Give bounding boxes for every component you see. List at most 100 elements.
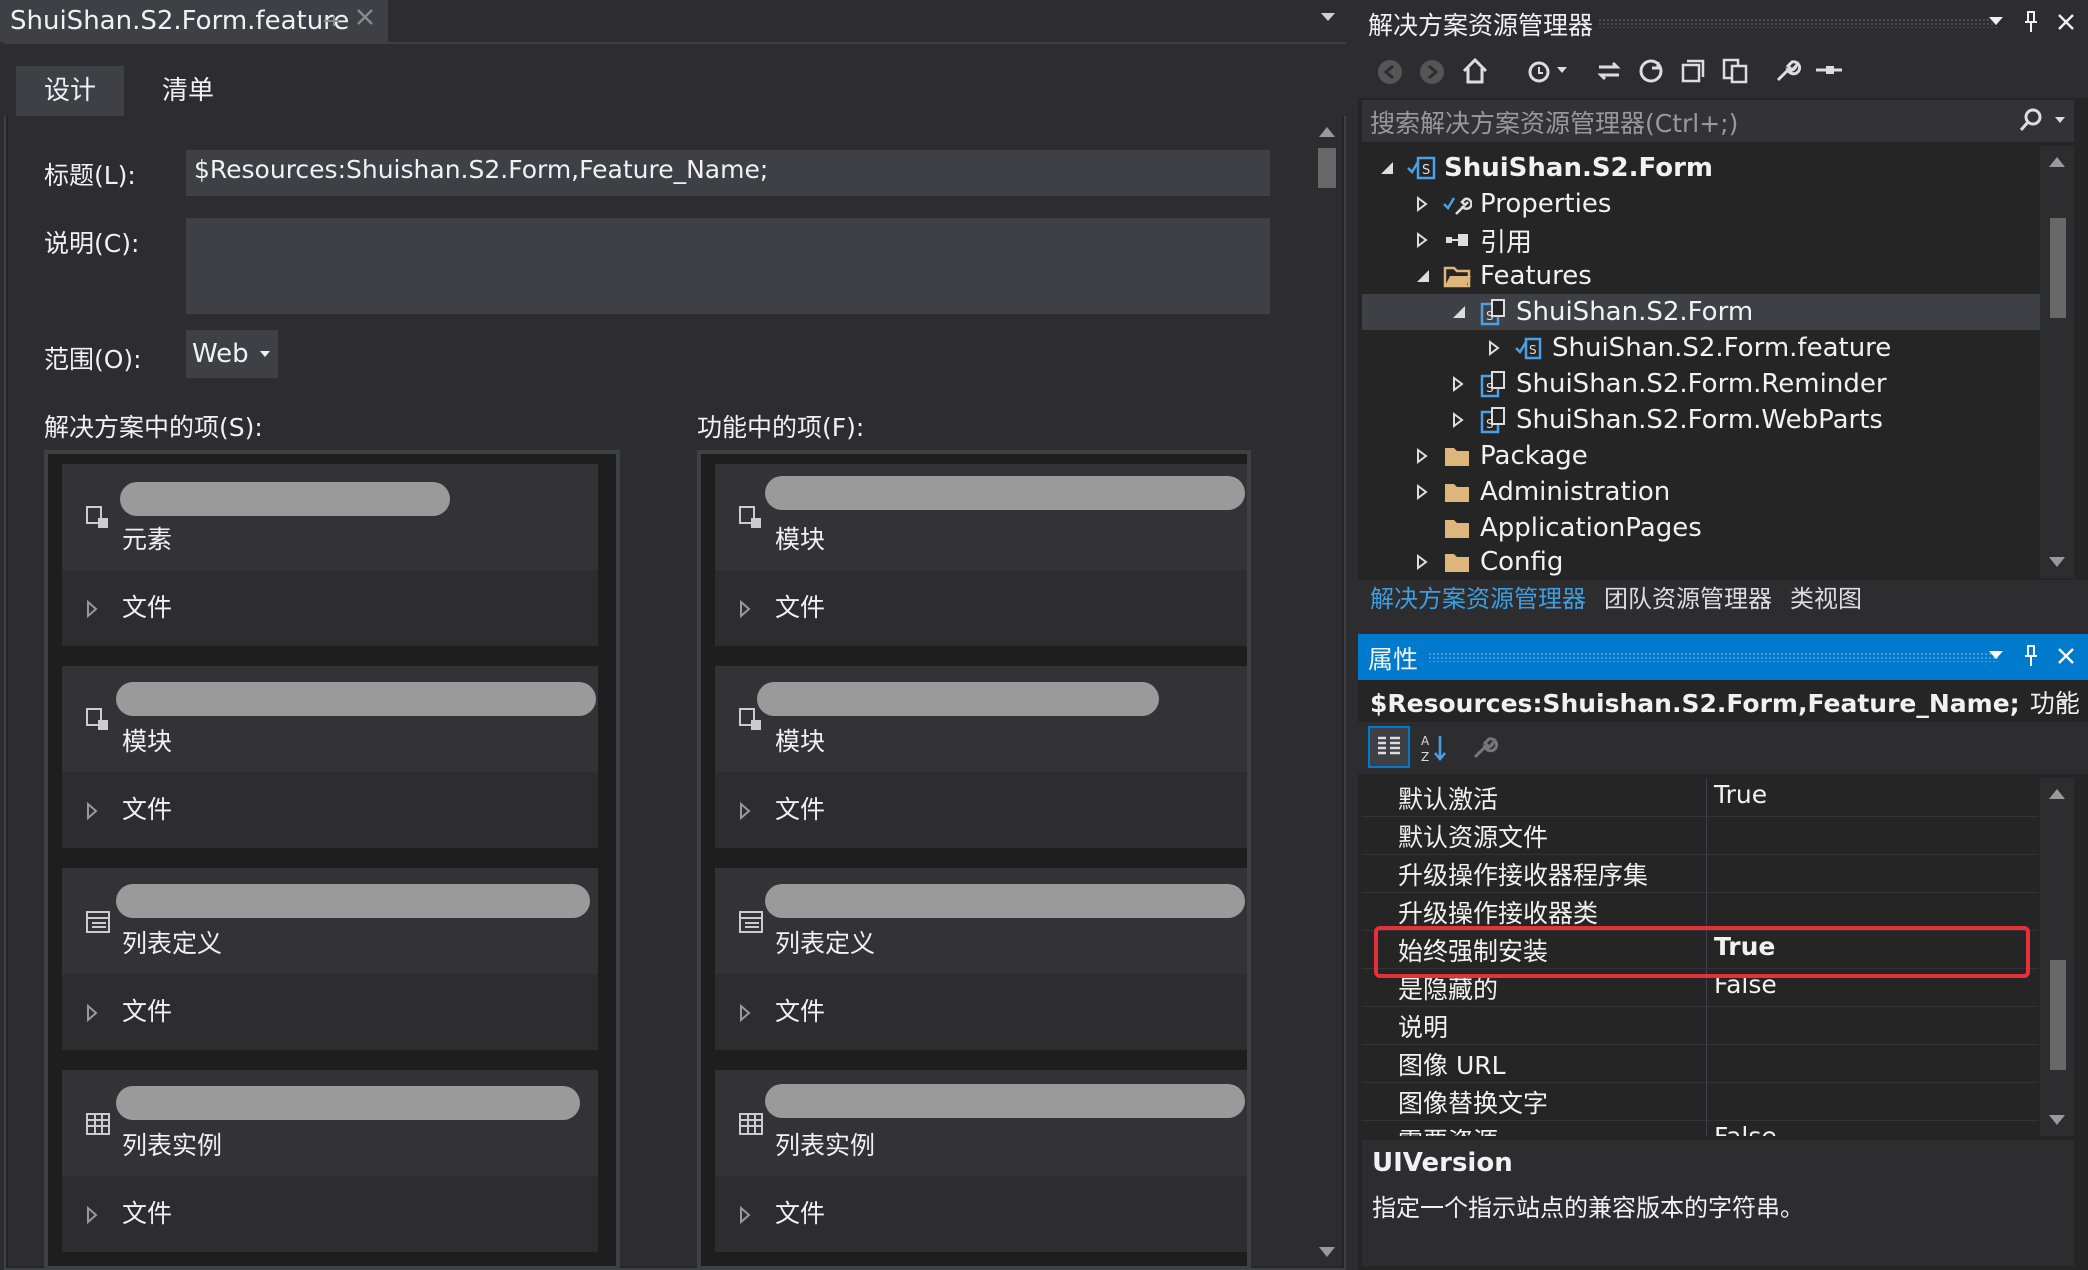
solution-tree-scroll-thumb[interactable]	[2050, 218, 2066, 318]
dropdown-icon[interactable]	[1988, 16, 2004, 26]
tree-item-label: ShuiShan.S2.Form	[1516, 297, 1754, 327]
solution-items-list[interactable]: 元素 文件 模块 文件 列表定义 文件 列表实例 文件	[44, 450, 620, 1270]
chevron-down-icon[interactable]	[2054, 116, 2066, 124]
tree-item-properties[interactable]: Properties	[1416, 186, 1611, 222]
designer-scroll-thumb[interactable]	[1318, 148, 1336, 188]
property-pages-wrench-icon[interactable]	[1470, 732, 1500, 762]
solution-tree-scrollbar[interactable]	[2040, 146, 2074, 578]
property-row[interactable]: 默认资源文件	[1362, 816, 2038, 855]
feature-items-list[interactable]: 模块 文件 模块 文件 列表定义 文件 列表实例 文件	[697, 450, 1251, 1270]
property-row[interactable]: 升级操作接收器程序集	[1362, 854, 2038, 893]
tree-item-features[interactable]: Features	[1416, 258, 1592, 294]
chevron-down-icon[interactable]	[1556, 66, 1568, 74]
expand-caret-icon[interactable]	[86, 600, 98, 618]
property-row[interactable]: 默认激活 True	[1362, 778, 2038, 817]
property-grid-scroll-thumb[interactable]	[2050, 960, 2066, 1070]
history-icon[interactable]	[1524, 56, 1554, 86]
list-item[interactable]: 列表定义 文件	[715, 868, 1247, 1050]
feature-items-label: 功能中的项(F):	[697, 413, 865, 442]
property-value[interactable]: False	[1714, 1122, 1777, 1136]
redacted-name	[757, 682, 1159, 716]
back-icon[interactable]	[1376, 58, 1404, 86]
folder-icon	[1442, 514, 1472, 542]
property-name: 需要资源	[1398, 1122, 1498, 1136]
properties-wrench-icon[interactable]	[1772, 56, 1802, 86]
close-icon[interactable]	[2056, 646, 2076, 666]
expand-caret-icon[interactable]	[86, 1004, 98, 1022]
collapse-all-icon[interactable]	[1678, 56, 1708, 86]
document-dropdown-icon[interactable]	[1320, 12, 1336, 22]
list-item[interactable]: 列表实例 文件	[715, 1070, 1247, 1252]
feature-icon: S	[1478, 406, 1508, 434]
tab-solution-explorer[interactable]: 解决方案资源管理器	[1362, 580, 1594, 620]
list-item[interactable]: 元素 文件	[62, 464, 598, 646]
list-item[interactable]: 列表定义 文件	[62, 868, 598, 1050]
description-input[interactable]	[186, 218, 1270, 314]
tree-item-config[interactable]: Config	[1416, 546, 1563, 578]
tree-item-label: Package	[1480, 441, 1588, 471]
tree-item-label: Properties	[1480, 189, 1612, 219]
document-tab-title[interactable]: ShuiShan.S2.Form.feature	[10, 6, 349, 36]
property-name: 升级操作接收器类	[1398, 899, 1599, 928]
preview-icon[interactable]	[1814, 58, 1844, 82]
refresh-icon[interactable]	[1636, 56, 1666, 86]
property-description-title: UIVersion	[1372, 1148, 1513, 1178]
expand-caret-icon[interactable]	[86, 802, 98, 820]
search-icon[interactable]	[2018, 106, 2044, 134]
tree-item-label: Administration	[1480, 477, 1671, 507]
chevron-down-icon[interactable]	[2058, 698, 2070, 706]
scope-select[interactable]: Web	[186, 330, 278, 378]
expand-caret-icon[interactable]	[739, 802, 751, 820]
tab-team-explorer[interactable]: 团队资源管理器	[1596, 580, 1780, 620]
designer-scrollbar[interactable]	[1312, 116, 1342, 1266]
properties-object-selector[interactable]: $Resources:Shuishan.S2.Form,Feature_Name…	[1370, 684, 2080, 720]
expand-caret-icon[interactable]	[739, 1206, 751, 1224]
pin-icon[interactable]	[2022, 10, 2040, 34]
property-grid-scrollbar[interactable]	[2040, 778, 2074, 1136]
tab-class-view[interactable]: 类视图	[1782, 580, 1870, 620]
list-item[interactable]: 模块 文件	[62, 666, 598, 848]
sync-icon[interactable]	[1594, 56, 1624, 86]
property-value[interactable]: True	[1714, 780, 1767, 809]
item-type-label: 列表实例	[775, 1131, 876, 1160]
property-row[interactable]: 图像 URL	[1362, 1044, 2038, 1083]
tree-item-application-pages[interactable]: ApplicationPages	[1442, 510, 1702, 546]
svg-text:Z: Z	[1421, 750, 1429, 764]
pin-icon[interactable]	[320, 10, 342, 32]
tree-item-reminder[interactable]: S ShuiShan.S2.Form.Reminder	[1452, 366, 1887, 402]
expand-caret-icon[interactable]	[739, 600, 751, 618]
properties-titlebar	[1358, 634, 2088, 680]
list-item[interactable]: 模块 文件	[715, 464, 1247, 646]
home-icon[interactable]	[1460, 56, 1490, 86]
pin-icon[interactable]	[2022, 644, 2040, 668]
tree-item-project[interactable]: S ShuiShan.S2.Form	[1380, 150, 1713, 186]
property-row[interactable]: 说明	[1362, 1006, 2038, 1045]
close-icon[interactable]	[354, 6, 376, 28]
tree-item-references[interactable]: 引用	[1416, 222, 1532, 258]
alphabetical-sort-icon[interactable]: AZ	[1420, 732, 1450, 764]
tab-manifest[interactable]: 清单	[134, 66, 242, 116]
expand-caret-icon[interactable]	[86, 1206, 98, 1224]
title-input[interactable]: $Resources:Shuishan.S2.Form,Feature_Name…	[186, 150, 1270, 196]
tree-item-administration[interactable]: Administration	[1416, 474, 1670, 510]
tab-design[interactable]: 设计	[16, 66, 125, 116]
open-folder-icon	[1442, 262, 1472, 290]
tree-item-webparts[interactable]: S ShuiShan.S2.Form.WebParts	[1452, 402, 1883, 438]
solution-explorer-toolbar	[1358, 46, 2088, 98]
tree-item-feature-node[interactable]: S ShuiShan.S2.Form	[1452, 294, 1753, 330]
close-icon[interactable]	[2056, 12, 2076, 32]
show-all-files-icon[interactable]	[1720, 56, 1750, 86]
files-label: 文件	[122, 1199, 173, 1228]
dropdown-icon[interactable]	[1988, 650, 2004, 660]
list-item[interactable]: 列表实例 文件	[62, 1070, 598, 1252]
list-definition-icon	[737, 908, 765, 936]
tree-item-package[interactable]: Package	[1416, 438, 1588, 474]
property-row[interactable]: 图像替换文字	[1362, 1082, 2038, 1121]
expand-caret-icon[interactable]	[739, 1004, 751, 1022]
forward-icon[interactable]	[1418, 58, 1446, 86]
list-item[interactable]: 模块 文件	[715, 666, 1247, 848]
solution-items-label: 解决方案中的项(S):	[44, 413, 263, 442]
property-row[interactable]: 需要资源 False	[1362, 1120, 2038, 1136]
categorized-button[interactable]	[1368, 726, 1410, 768]
tree-item-feature-file[interactable]: S ShuiShan.S2.Form.feature	[1488, 330, 1891, 366]
